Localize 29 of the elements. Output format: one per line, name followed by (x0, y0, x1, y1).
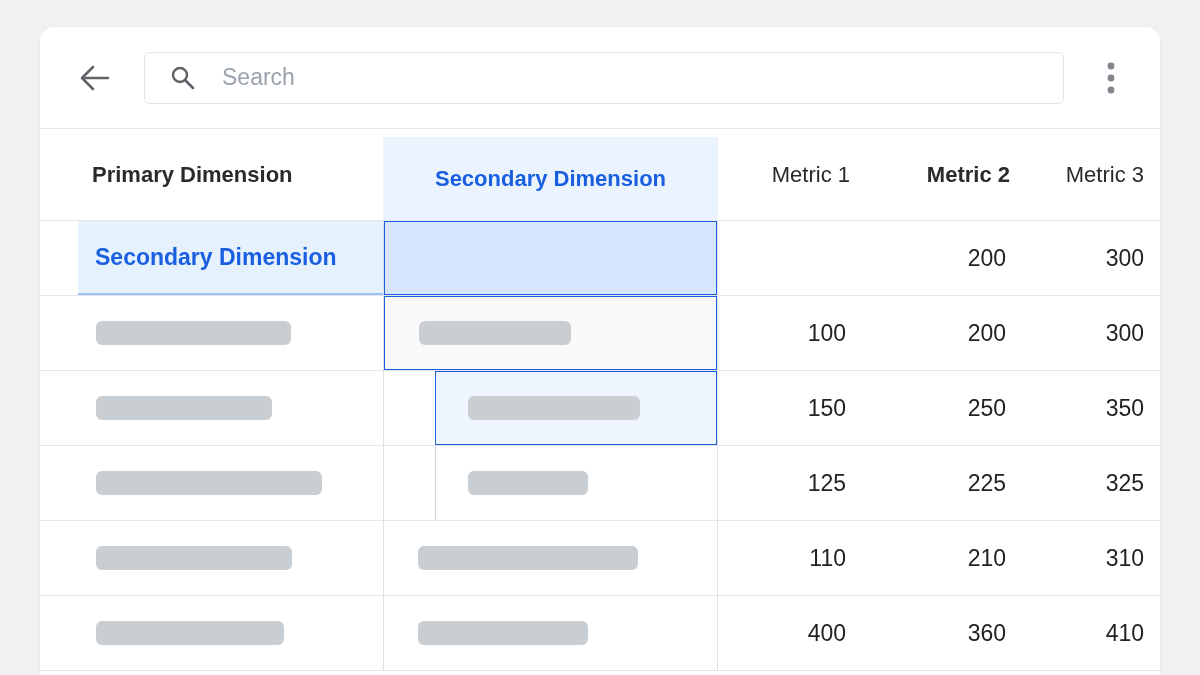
back-arrow-icon[interactable] (78, 63, 110, 92)
metric-value: 125 (807, 469, 846, 497)
column-header[interactable]: Metric 2 (926, 161, 1010, 188)
metric-value: 100 (807, 319, 846, 347)
metric-value: 300 (1105, 319, 1144, 347)
metric-value: 360 (967, 619, 1006, 647)
selected-cell[interactable] (384, 296, 717, 370)
metric-value: 410 (1105, 619, 1144, 647)
search-field[interactable]: Search (144, 51, 1064, 104)
search-icon (170, 64, 196, 91)
column-header[interactable]: Primary Dimension (92, 161, 293, 188)
metric-value: 300 (1105, 244, 1144, 272)
metric-value: 110 (809, 544, 846, 572)
metric-value: 250 (967, 394, 1006, 422)
metric-value: 210 (967, 544, 1006, 572)
more-options-icon[interactable] (1106, 61, 1116, 94)
dragged-dimension-chip[interactable]: Secondary Dimension (78, 221, 383, 295)
drop-target-cell[interactable] (384, 221, 717, 295)
column-header[interactable]: Metric 3 (1065, 161, 1144, 188)
metric-value: 310 (1105, 544, 1144, 572)
metric-value: 350 (1105, 394, 1144, 422)
metric-value: 325 (1105, 469, 1144, 497)
metric-value: 150 (807, 394, 846, 422)
nested-selected-cell[interactable] (435, 371, 717, 445)
metric-value: 200 (967, 319, 1006, 347)
metric-value: 400 (807, 619, 846, 647)
column-header[interactable]: Metric 1 (771, 161, 850, 188)
metric-value: 225 (967, 469, 1006, 497)
metric-value: 200 (967, 244, 1006, 272)
